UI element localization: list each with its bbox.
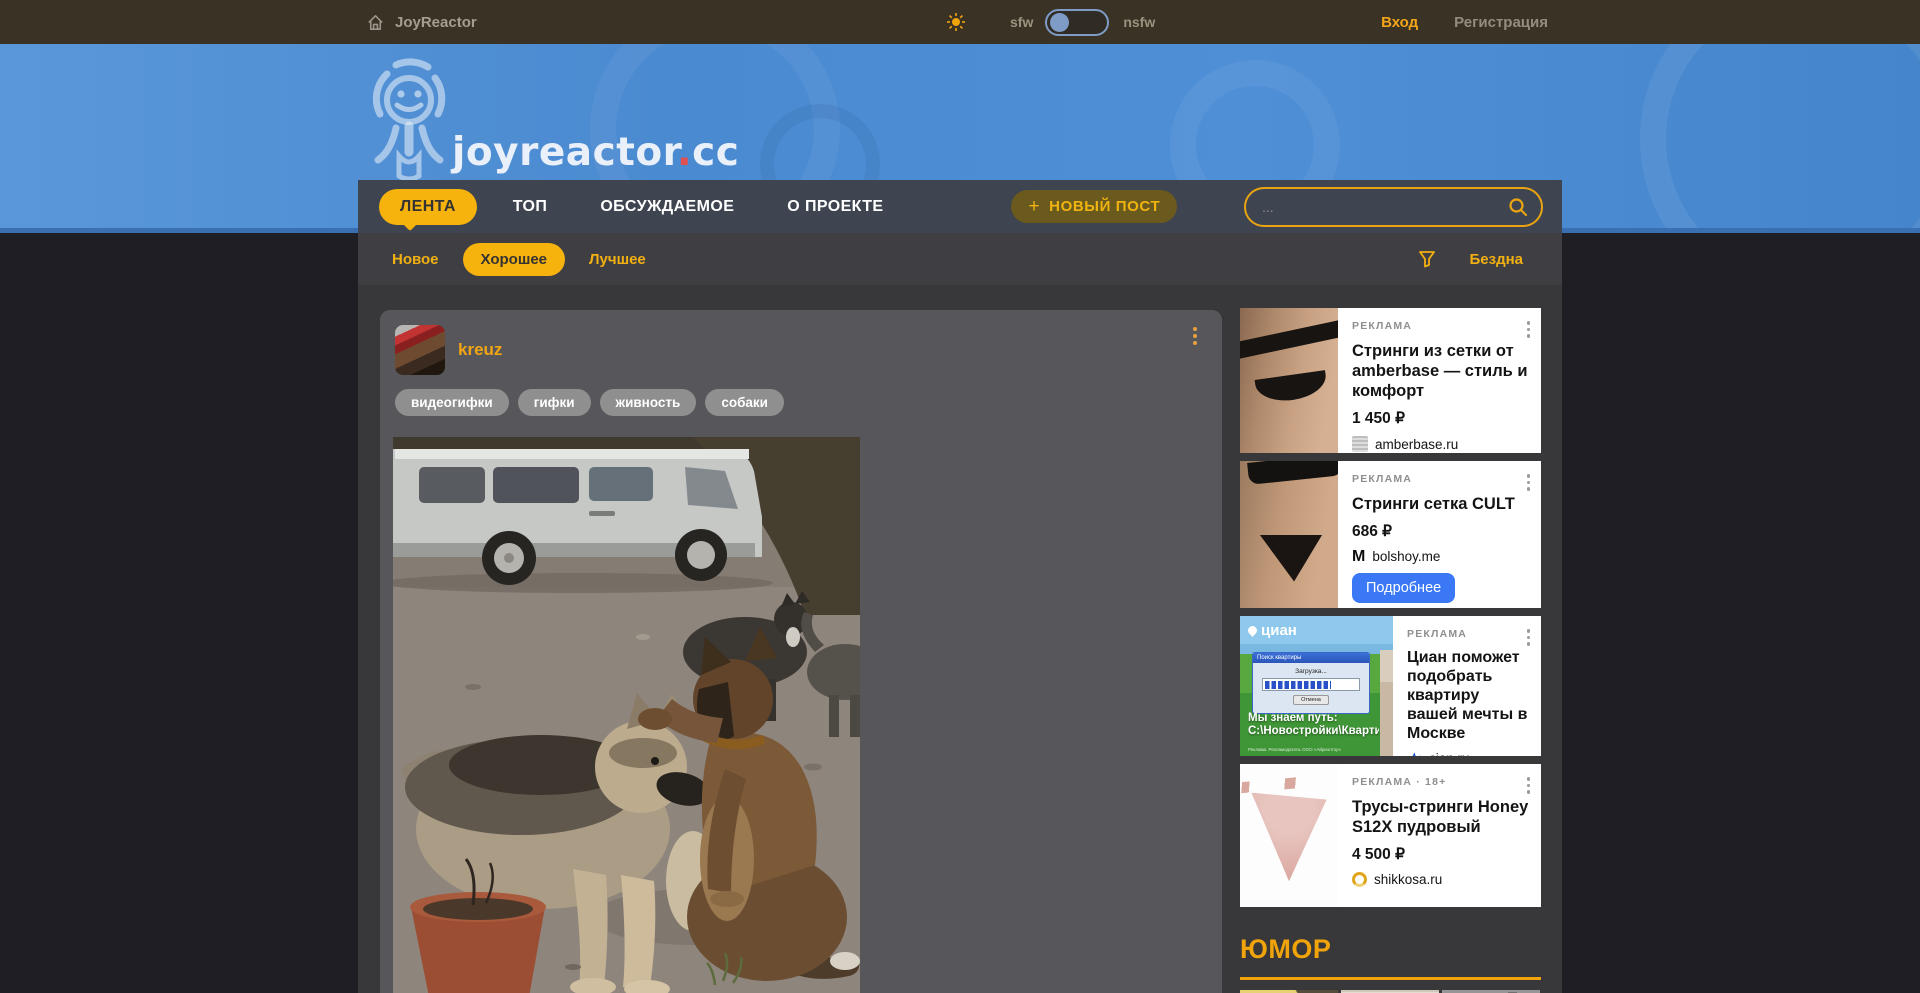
- ad-card[interactable]: РЕКЛАМА · 18+ Трусы-стринги Honey S12X п…: [1240, 764, 1541, 907]
- brand-name: JoyReactor: [395, 14, 477, 31]
- ad-card[interactable]: РЕКЛАМА Стринги из сетки от amberbase — …: [1240, 308, 1541, 453]
- ad-favicon: M: [1352, 550, 1365, 564]
- post-image[interactable]: [393, 437, 860, 993]
- ad-title: Стринги из сетки от amberbase — стиль и …: [1352, 341, 1529, 401]
- content-area: kreuz видеогифки гифки живность собаки: [358, 285, 1562, 993]
- ad-price: 1 450 ₽: [1352, 409, 1529, 428]
- ad-favicon: [1352, 436, 1368, 452]
- retro-dialog: Поиск квартиры Загрузка... Отмена: [1252, 652, 1370, 714]
- ad-title: Трусы-стринги Honey S12X пудровый: [1352, 797, 1529, 837]
- cian-logo-text: циан: [1261, 622, 1297, 639]
- sun-icon: [946, 12, 966, 32]
- feed-filter-bar: Новое Хорошее Лучшее Бездна: [358, 233, 1562, 285]
- ad-more-button[interactable]: Подробнее: [1352, 573, 1455, 603]
- ad-kebab-menu-icon[interactable]: [1524, 318, 1534, 341]
- biohazard-smiley-icon: [366, 56, 452, 182]
- search-box: [1244, 187, 1543, 227]
- ad-price: 686 ₽: [1352, 522, 1529, 541]
- new-post-button[interactable]: + НОВЫЙ ПОСТ: [1011, 190, 1177, 223]
- tag[interactable]: видеогифки: [395, 389, 509, 416]
- funnel-icon[interactable]: [1417, 249, 1437, 269]
- filter-best[interactable]: Лучшее: [589, 251, 646, 268]
- sidebar-ads: РЕКЛАМА Стринги из сетки от amberbase — …: [1240, 308, 1541, 993]
- post-card: kreuz видеогифки гифки живность собаки: [380, 310, 1222, 993]
- tag[interactable]: живность: [600, 389, 697, 416]
- tag[interactable]: гифки: [518, 389, 591, 416]
- logo-dot: .: [677, 130, 692, 175]
- search-icon[interactable]: [1507, 196, 1529, 218]
- ad-domain: bolshoy.me: [1372, 549, 1440, 564]
- ad-domain: shikkosa.ru: [1374, 872, 1442, 887]
- home-link[interactable]: JoyReactor: [366, 13, 477, 32]
- post-kebab-menu-icon[interactable]: [1190, 324, 1200, 348]
- ad-favicon: [1352, 872, 1367, 887]
- dialog-title: Поиск квартиры: [1253, 653, 1369, 663]
- ad-badge: РЕКЛАМА: [1352, 473, 1529, 485]
- ad-title: Стринги сетка CULT: [1352, 494, 1529, 514]
- ad-domain: cian.ru: [1429, 751, 1470, 756]
- search-input[interactable]: [1262, 199, 1507, 215]
- ad-domain: amberbase.ru: [1375, 437, 1458, 452]
- toggle-knob: [1050, 13, 1069, 32]
- humor-section: ЮМОР МЫСЛИ: [1240, 934, 1541, 993]
- pin-icon: [1246, 624, 1259, 637]
- ad-kebab-menu-icon[interactable]: [1524, 626, 1534, 649]
- humor-title: ЮМОР: [1240, 934, 1541, 965]
- dialog-loading-text: Загрузка...: [1253, 668, 1369, 675]
- dialog-cancel-button: Отмена: [1293, 695, 1329, 705]
- nsfw-label: nsfw: [1123, 14, 1155, 30]
- register-link[interactable]: Регистрация: [1454, 14, 1548, 31]
- ad-badge: РЕКЛАМА · 18+: [1352, 776, 1529, 788]
- ad-title: Циан поможет подобрать квартиру вашей ме…: [1407, 649, 1529, 743]
- ad-favicon: [1407, 751, 1422, 756]
- dogs-gif-placeholder: [393, 437, 860, 993]
- ad-card[interactable]: циан Поиск квартиры Загрузка... Отмена М…: [1240, 616, 1541, 756]
- ad-image: циан Поиск квартиры Загрузка... Отмена М…: [1240, 616, 1393, 756]
- filter-new[interactable]: Новое: [392, 251, 439, 268]
- ad-caption: Мы знаем путь:: [1248, 712, 1379, 726]
- login-link[interactable]: Вход: [1381, 14, 1418, 31]
- logo-tld: cc: [692, 130, 739, 175]
- humor-divider: [1240, 977, 1541, 980]
- logo-name: joyreactor: [452, 130, 677, 175]
- ad-kebab-menu-icon[interactable]: [1524, 471, 1534, 494]
- main-nav: ЛЕНТА ТОП ОБСУЖДАЕМОЕ О ПРОЕКТЕ + НОВЫЙ …: [358, 180, 1562, 233]
- ad-card[interactable]: РЕКЛАМА Стринги сетка CULT 686 ₽ Mbolsho…: [1240, 461, 1541, 608]
- post-author[interactable]: kreuz: [458, 340, 502, 360]
- ad-fineprint: Реклама. Рекламодатель ООО «Айриэлтор»: [1248, 747, 1379, 752]
- header-pattern: [1640, 44, 1920, 233]
- ad-image: [1240, 764, 1338, 907]
- ad-badge: РЕКЛАМА: [1407, 628, 1529, 640]
- abyss-link[interactable]: Бездна: [1469, 251, 1523, 268]
- logo-text: joyreactor.cc: [452, 130, 739, 175]
- tag[interactable]: собаки: [705, 389, 784, 416]
- progress-bar: [1262, 678, 1360, 691]
- sfw-label: sfw: [1010, 14, 1033, 30]
- nav-tab-top[interactable]: ТОП: [513, 198, 548, 216]
- ad-image: [1240, 308, 1338, 453]
- avatar[interactable]: [395, 325, 445, 375]
- nav-tab-lenta[interactable]: ЛЕНТА: [379, 189, 477, 225]
- nav-tab-discussed[interactable]: ОБСУЖДАЕМОЕ: [600, 198, 734, 216]
- ad-badge: РЕКЛАМА: [1352, 320, 1529, 332]
- ad-price: 4 500 ₽: [1352, 845, 1529, 864]
- home-icon: [366, 13, 385, 32]
- ad-caption: С:\Новостройки\Квартира: [1248, 725, 1379, 739]
- sfw-nsfw-toggle[interactable]: [1045, 9, 1109, 36]
- ad-image: [1240, 461, 1338, 608]
- top-bar: JoyReactor sfw nsfw Вход Регистрация: [0, 0, 1920, 44]
- filter-good[interactable]: Хорошее: [463, 243, 565, 276]
- plus-icon: +: [1028, 200, 1040, 214]
- new-post-label: НОВЫЙ ПОСТ: [1049, 198, 1160, 215]
- ad-kebab-menu-icon[interactable]: [1524, 774, 1534, 797]
- tag-list: видеогифки гифки живность собаки: [380, 375, 1222, 416]
- nav-tab-about[interactable]: О ПРОЕКТЕ: [787, 198, 883, 216]
